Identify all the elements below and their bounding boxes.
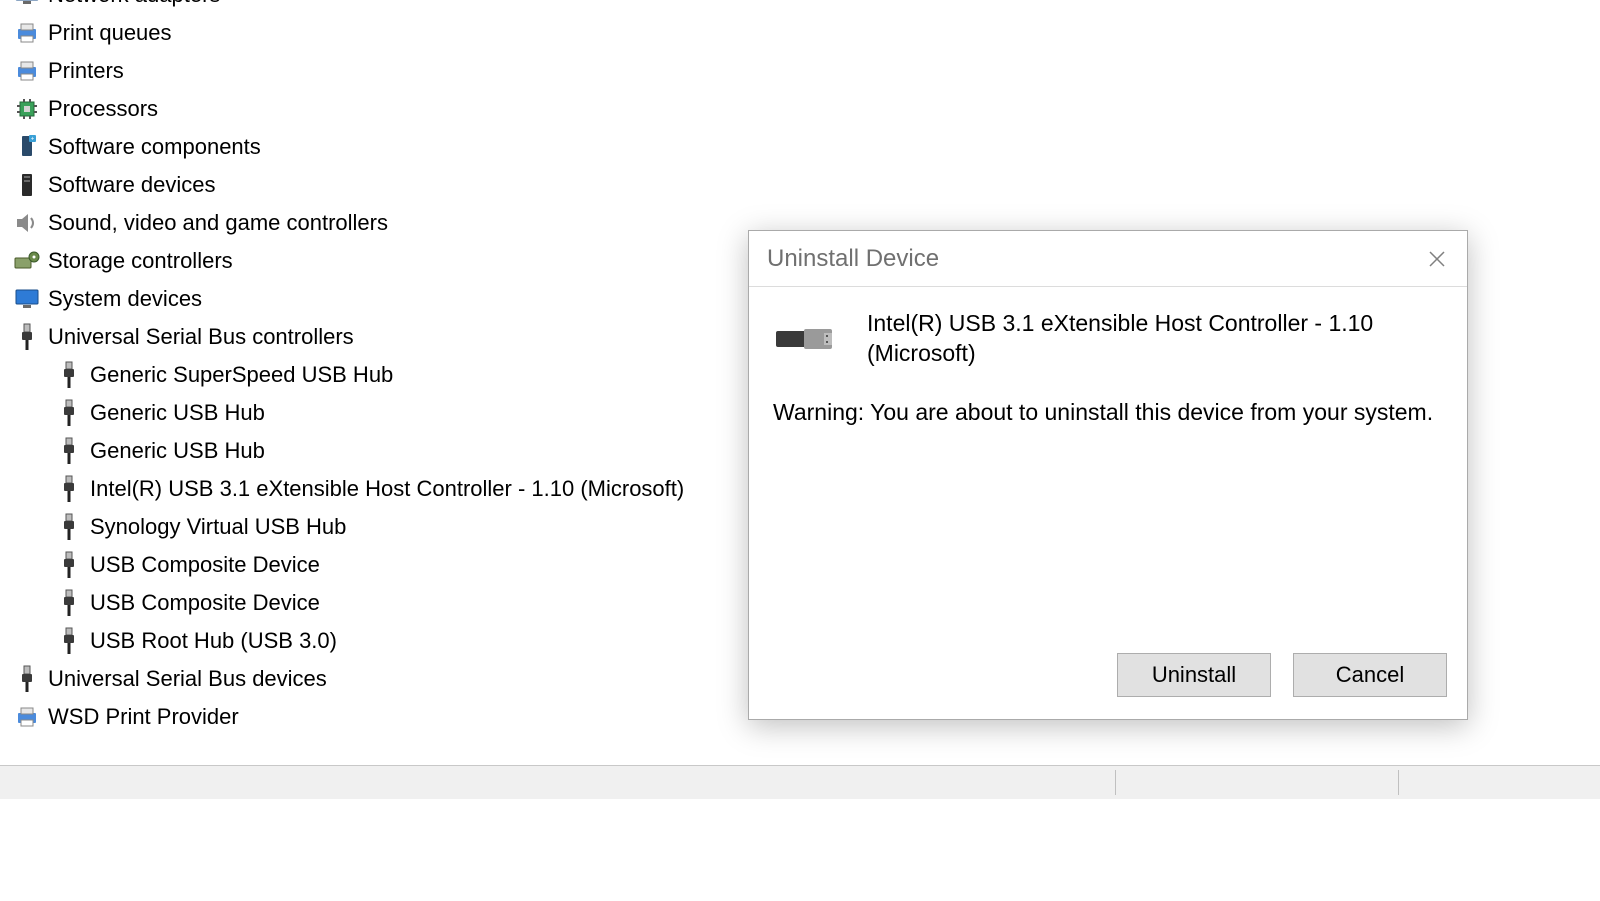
dialog-device-name-line2: (Microsoft): [867, 339, 1373, 369]
tree-item-label: Software components: [48, 134, 261, 160]
dialog-close-button[interactable]: [1407, 231, 1467, 287]
tree-item-label: Intel(R) USB 3.1 eXtensible Host Control…: [90, 476, 684, 502]
dialog-button-row: Uninstall Cancel: [749, 653, 1467, 719]
svg-text:+: +: [31, 137, 35, 143]
tree-item-label: Storage controllers: [48, 248, 233, 274]
printer-icon: [12, 61, 42, 81]
usbplug-icon: [54, 627, 84, 655]
tree-item-label: WSD Print Provider: [48, 704, 239, 730]
tree-item-label: Generic USB Hub: [90, 438, 265, 464]
tree-item-label: USB Composite Device: [90, 552, 320, 578]
tree-item-label: Synology Virtual USB Hub: [90, 514, 346, 540]
storage-icon: [12, 250, 42, 272]
uninstall-button[interactable]: Uninstall: [1117, 653, 1271, 697]
close-icon: [1428, 250, 1446, 268]
dialog-device-name: Intel(R) USB 3.1 eXtensible Host Control…: [867, 309, 1373, 369]
usbplug-icon: [54, 589, 84, 617]
tree-item-label: Network adapters: [48, 0, 220, 8]
tree-item-label: System devices: [48, 286, 202, 312]
speaker-icon: [12, 212, 42, 234]
usb-connector-icon: [774, 319, 842, 359]
usb-icon: [12, 665, 42, 693]
usbplug-icon: [54, 475, 84, 503]
tree-item[interactable]: Printers: [0, 52, 1600, 90]
cancel-button[interactable]: Cancel: [1293, 653, 1447, 697]
tree-item-label: Print queues: [48, 20, 172, 46]
printer-icon: [12, 23, 42, 43]
dialog-title: Uninstall Device: [767, 245, 939, 273]
tree-item-label: Universal Serial Bus controllers: [48, 324, 354, 350]
dialog-body: Intel(R) USB 3.1 eXtensible Host Control…: [749, 287, 1467, 653]
tree-item[interactable]: Network adapters: [0, 0, 1600, 14]
dialog-device-name-line1: Intel(R) USB 3.1 eXtensible Host Control…: [867, 309, 1373, 339]
tree-item[interactable]: Software devices: [0, 166, 1600, 204]
dialog-device-header: Intel(R) USB 3.1 eXtensible Host Control…: [773, 309, 1443, 369]
tree-item[interactable]: Processors: [0, 90, 1600, 128]
tree-item-label: USB Root Hub (USB 3.0): [90, 628, 337, 654]
usbplug-icon: [54, 437, 84, 465]
usb-icon: [12, 323, 42, 351]
tree-item-label: Sound, video and game controllers: [48, 210, 388, 236]
uninstall-dialog: Uninstall Device Intel(R) USB 3.1 eXtens: [748, 230, 1468, 720]
monitor-icon: [12, 0, 42, 5]
tree-item[interactable]: + Software components: [0, 128, 1600, 166]
printer-icon: [12, 707, 42, 727]
component-icon: +: [12, 134, 42, 160]
tree-item-label: Software devices: [48, 172, 216, 198]
statusbar: [0, 765, 1600, 799]
tree-item[interactable]: Print queues: [0, 14, 1600, 52]
usbplug-icon: [54, 551, 84, 579]
tree-item-label: Generic USB Hub: [90, 400, 265, 426]
dialog-titlebar: Uninstall Device: [749, 231, 1467, 287]
tree-item-label: USB Composite Device: [90, 590, 320, 616]
tower-icon: [12, 172, 42, 198]
tree-item-label: Generic SuperSpeed USB Hub: [90, 362, 393, 388]
usbplug-icon: [54, 361, 84, 389]
tree-item-label: Processors: [48, 96, 158, 122]
tree-item-label: Printers: [48, 58, 124, 84]
dialog-warning-text: Warning: You are about to uninstall this…: [773, 399, 1443, 426]
usbplug-icon: [54, 513, 84, 541]
tree-item-label: Universal Serial Bus devices: [48, 666, 327, 692]
monitor-icon: [12, 289, 42, 309]
chip-icon: [12, 98, 42, 120]
usbplug-icon: [54, 399, 84, 427]
